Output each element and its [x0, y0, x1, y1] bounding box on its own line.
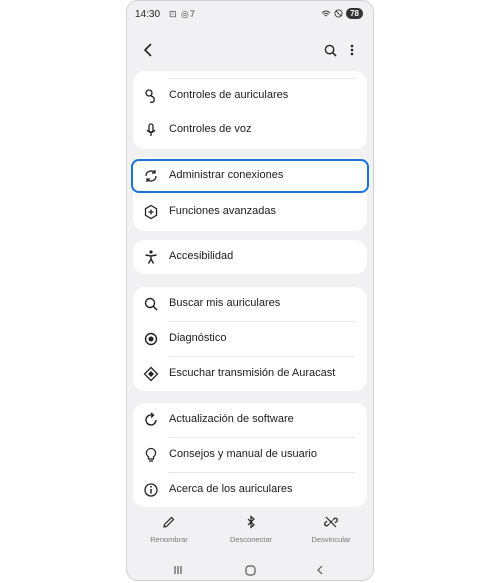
- mute-icon: [334, 9, 343, 18]
- item-label: Diagnóstico: [169, 332, 227, 344]
- wifi-icon: [321, 10, 331, 16]
- item-label: Controles de voz: [169, 123, 252, 135]
- status-right: 78: [321, 8, 363, 19]
- status-bar: 14:30 ⊡ ◎7 78: [135, 7, 365, 23]
- item-label: Administrar conexiones: [169, 169, 284, 181]
- actualizacion-software-item[interactable]: Actualización de software: [133, 403, 367, 437]
- earbud-touch-icon: [145, 89, 155, 103]
- rename-button[interactable]: Renombrar: [134, 515, 204, 544]
- item-label: Buscar mis auriculares: [169, 297, 281, 309]
- bulb-icon: [145, 447, 157, 462]
- search-icon[interactable]: [319, 39, 341, 61]
- settings-card-find: Buscar mis auriculares Diagnóstico Escuc…: [133, 287, 367, 391]
- nav-back-icon[interactable]: [313, 563, 327, 577]
- sync-icon: [145, 170, 157, 182]
- administrar-conexiones-item[interactable]: Administrar conexiones: [131, 159, 369, 193]
- settings-card-accessibility: Accesibilidad: [133, 240, 367, 274]
- unpair-label: Desvincular: [311, 535, 351, 544]
- unlink-icon: [324, 516, 338, 528]
- controles-auriculares-item[interactable]: Controles de auriculares: [133, 79, 367, 113]
- status-notification-icons: ⊡ ◎7: [169, 9, 196, 19]
- more-vert-icon[interactable]: [341, 39, 363, 61]
- funciones-avanzadas-item[interactable]: Funciones avanzadas: [133, 195, 367, 229]
- item-label: Escuchar transmisión de Auracast: [169, 367, 336, 379]
- refresh-icon: [145, 412, 157, 426]
- back-arrow-icon[interactable]: [137, 39, 159, 61]
- item-label: Accesibilidad: [169, 250, 234, 262]
- disconnect-button[interactable]: Desconectar: [216, 515, 286, 544]
- search-icon: [144, 297, 158, 311]
- microphone-icon: [146, 123, 156, 136]
- buscar-auriculares-item[interactable]: Buscar mis auriculares: [133, 287, 367, 321]
- status-time: 14:30: [135, 9, 161, 20]
- settings-card-controls: Controles de auriculares Controles de vo…: [133, 71, 367, 149]
- controles-voz-item[interactable]: Controles de voz: [133, 113, 367, 147]
- top-app-bar: [137, 39, 363, 63]
- auracast-icon: [143, 366, 159, 382]
- item-label: Actualización de software: [169, 413, 294, 425]
- system-nav-bar: [127, 561, 373, 579]
- accesibilidad-item[interactable]: Accesibilidad: [133, 240, 367, 274]
- bottom-action-bar: Renombrar Desconectar Desvincular: [127, 515, 373, 551]
- diagnostico-item[interactable]: Diagnóstico: [133, 322, 367, 356]
- auracast-item[interactable]: Escuchar transmisión de Auracast: [133, 357, 367, 391]
- disconnect-label: Desconectar: [229, 535, 273, 544]
- phone-screen: 14:30 ⊡ ◎7 78 Controles de auriculares C…: [126, 0, 374, 581]
- settings-card-info: Actualización de software Consejos y man…: [133, 403, 367, 507]
- item-label: Funciones avanzadas: [169, 205, 277, 217]
- unpair-button[interactable]: Desvincular: [296, 515, 366, 544]
- pencil-icon: [163, 516, 175, 528]
- home-icon[interactable]: [243, 563, 257, 577]
- item-label: Controles de auriculares: [169, 89, 289, 101]
- accessibility-icon: [145, 250, 157, 264]
- item-label: Acerca de los auriculares: [169, 483, 293, 495]
- acerca-auriculares-item[interactable]: Acerca de los auriculares: [133, 473, 367, 507]
- recent-apps-icon[interactable]: [171, 563, 185, 577]
- consejos-manual-item[interactable]: Consejos y manual de usuario: [133, 438, 367, 472]
- gear-plus-icon: [144, 204, 158, 220]
- rename-label: Renombrar: [150, 535, 188, 544]
- diagnostic-icon: [144, 332, 158, 346]
- bluetooth-icon: [247, 515, 255, 529]
- item-label: Consejos y manual de usuario: [169, 448, 317, 460]
- info-icon: [144, 483, 158, 497]
- battery-badge: 78: [346, 8, 363, 19]
